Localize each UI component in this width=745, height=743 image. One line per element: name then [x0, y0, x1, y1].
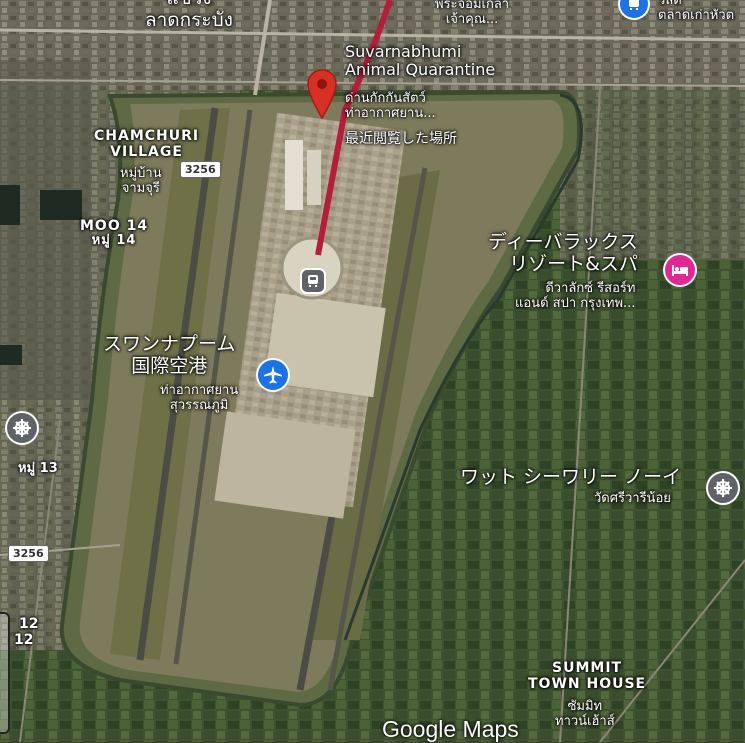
airport-thai-line: สุวรรณภูมิ: [169, 397, 229, 413]
resort-thai-line: แอนด์ สปา กรุงเทพ...: [515, 295, 636, 311]
moo14-line: MOO 14: [80, 218, 149, 234]
side-panel-edge[interactable]: [0, 612, 10, 734]
chamchuri-label-line: CHAMCHURI: [94, 128, 200, 144]
airport-label[interactable]: スワンナプーム 国際空港: [103, 333, 236, 378]
route-shield: 3256: [8, 545, 49, 562]
resort-label[interactable]: ディーバラックス リゾート&スパ: [488, 231, 638, 276]
summit-label-line: SUMMIT: [552, 660, 623, 676]
moo12-label: 12 12: [14, 616, 38, 648]
summit-thai-line: ทาวน์เฮ้าส์: [555, 713, 615, 729]
resort-label-line: リゾート&スパ: [509, 252, 638, 275]
summit-town-house-label: SUMMIT TOWN HOUSE: [528, 660, 646, 692]
train-station-poi[interactable]: [302, 270, 324, 292]
summit-thai-line: ซัมมิท: [567, 699, 603, 714]
temple-poi[interactable]: [708, 473, 738, 503]
moo12-line: 12: [19, 616, 39, 632]
district-label-line: ลาดกระบัง: [145, 8, 233, 31]
airport-thai-line: ท่าอากาศยาน: [160, 383, 239, 398]
train-icon: [308, 275, 318, 287]
moo13-label: หมู่ 13: [18, 461, 58, 476]
temple-icon: [714, 479, 732, 497]
place-name-line: Animal Quarantine: [345, 60, 496, 80]
moo14-label: MOO 14 หมู่ 14: [80, 218, 148, 249]
summit-label-line: TOWN HOUSE: [528, 676, 647, 693]
airport-label-line: スワンナプーム: [103, 333, 236, 355]
chamchuri-village-label: CHAMCHURI VILLAGE: [94, 128, 199, 160]
chamchuri-thai-line: จามจุรี: [121, 180, 160, 196]
temple-thai-label: วัดศรีวารีน้อย: [594, 491, 671, 506]
temple-icon: [13, 419, 31, 437]
area-label-line: พระจอมเกล้า: [435, 0, 510, 12]
place-name-line: Suvarnabhumi: [345, 42, 462, 61]
area-label-line: ตลาดเก่าหัวต: [658, 7, 735, 23]
place-thai-name: ด่านกักกันสัตว์ ท่าอากาศยาน...: [345, 91, 436, 122]
bed-icon: [672, 265, 688, 276]
chamchuri-thai-line: หมู่บ้าน: [120, 166, 162, 181]
temple-label[interactable]: ワット シーワリー ノーイ: [460, 466, 681, 489]
place-thai-line: ด่านกักกันสัตว์: [345, 91, 426, 106]
area-label-top-center: พระจอมเกล้า เจ้าคุณ...: [435, 0, 509, 28]
airport-poi[interactable]: [258, 360, 288, 390]
hotel-poi[interactable]: [665, 255, 695, 285]
airport-thai-label: ท่าอากาศยาน สุวรรณภูมิ: [160, 383, 239, 414]
area-label-top-right: ว์ลด์ ตลาดเก่าหัวต: [658, 0, 734, 24]
temple-poi-left[interactable]: [7, 413, 37, 443]
summit-thai-label: ซัมมิท ทาวน์เฮ้าส์: [555, 699, 615, 730]
district-label: แขวง ลาดกระบัง: [145, 0, 233, 32]
airport-label-line: 国際空港: [131, 354, 208, 377]
place-pin[interactable]: [306, 68, 338, 120]
resort-thai-line: ดีวาลักซ์ รีสอร์ท: [545, 281, 636, 296]
place-thai-line: ท่าอากาศยาน...: [345, 105, 436, 121]
google-maps-watermark: Google Maps: [382, 716, 519, 742]
transit-icon: [629, 0, 639, 10]
place-name[interactable]: Suvarnabhumi Animal Quarantine: [345, 42, 496, 80]
recently-viewed-label: 最近閲覧した場所: [345, 131, 457, 147]
resort-label-line: ディーバラックス: [488, 231, 638, 253]
route-shield: 3256: [180, 161, 221, 178]
chamchuri-label-line: VILLAGE: [110, 144, 183, 161]
map-pin-icon: [307, 69, 337, 120]
moo12-line: 12: [14, 632, 34, 649]
moo14-thai-line: หมู่ 14: [91, 233, 137, 249]
area-label-line: เจ้าคุณ...: [445, 11, 499, 27]
chamchuri-thai-label: หมู่บ้าน จามจุรี: [120, 166, 162, 197]
airplane-icon: [264, 366, 282, 384]
resort-thai-label: ดีวาลักซ์ รีสอร์ท แอนด์ สปา กรุงเทพ...: [515, 281, 636, 312]
